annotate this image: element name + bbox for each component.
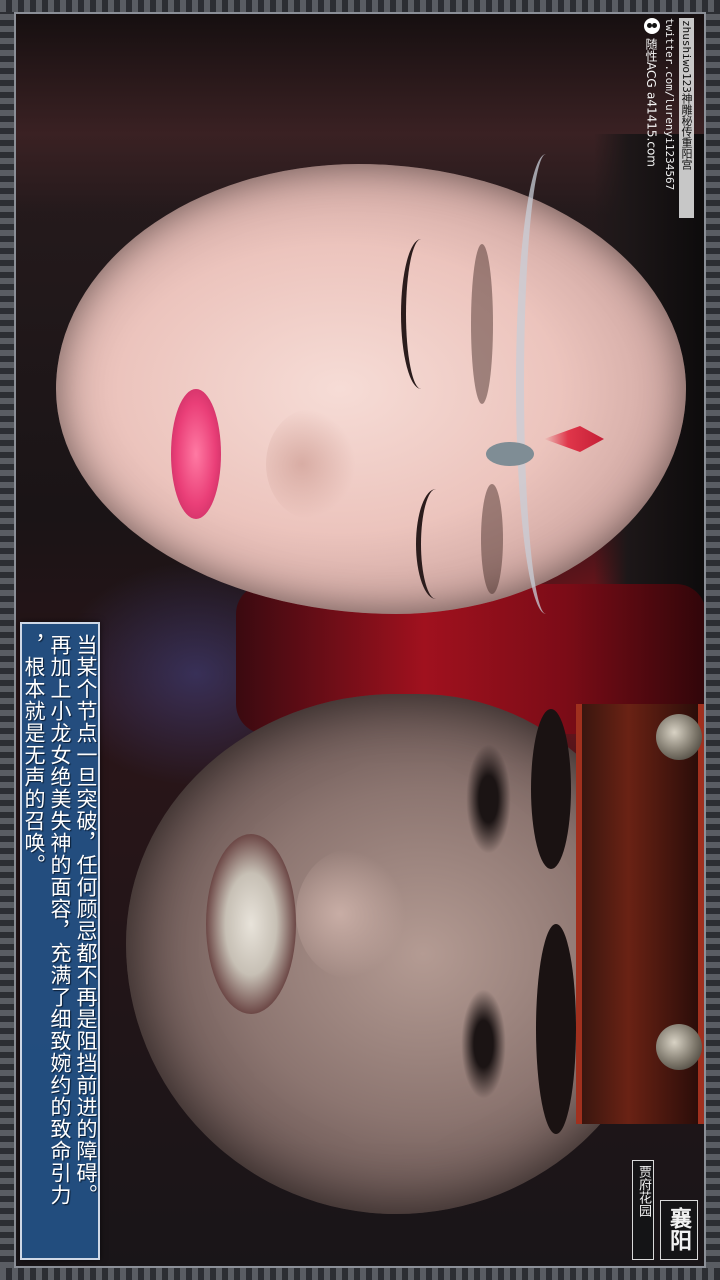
frame-border bbox=[14, 12, 706, 1268]
watermark-brand-text: 随性ACG bbox=[644, 38, 658, 88]
watermark-brand: 随性ACG a41415.com bbox=[643, 18, 660, 218]
caption-line: 再加上小龙女绝美失神的面容，充满了细致婉约的致命引力 bbox=[48, 634, 72, 1206]
location-tag: 襄阳 贾府花园 bbox=[600, 1160, 698, 1260]
location-place: 贾府花园 bbox=[632, 1160, 654, 1260]
watermark-domain: a41415.com bbox=[644, 91, 659, 167]
location-city: 襄阳 bbox=[660, 1200, 698, 1260]
panda-logo-icon bbox=[643, 18, 660, 34]
watermark-site: zhushiwo123神雕秘传重阳宫 bbox=[679, 18, 694, 218]
watermark-twitter: twitter.com/lurenyi1234567 bbox=[663, 18, 676, 191]
caption-line: 当某个节点一旦突破，任何顾忌都不再是阻挡前进的障碍。 bbox=[74, 634, 98, 1206]
story-caption: 当某个节点一旦突破，任何顾忌都不再是阻挡前进的障碍。 再加上小龙女绝美失神的面容… bbox=[20, 622, 100, 1260]
caption-line: ，根本就是无声的召唤。 bbox=[22, 634, 46, 876]
watermark: zhushiwo123神雕秘传重阳宫 twitter.com/lurenyi12… bbox=[638, 18, 694, 218]
